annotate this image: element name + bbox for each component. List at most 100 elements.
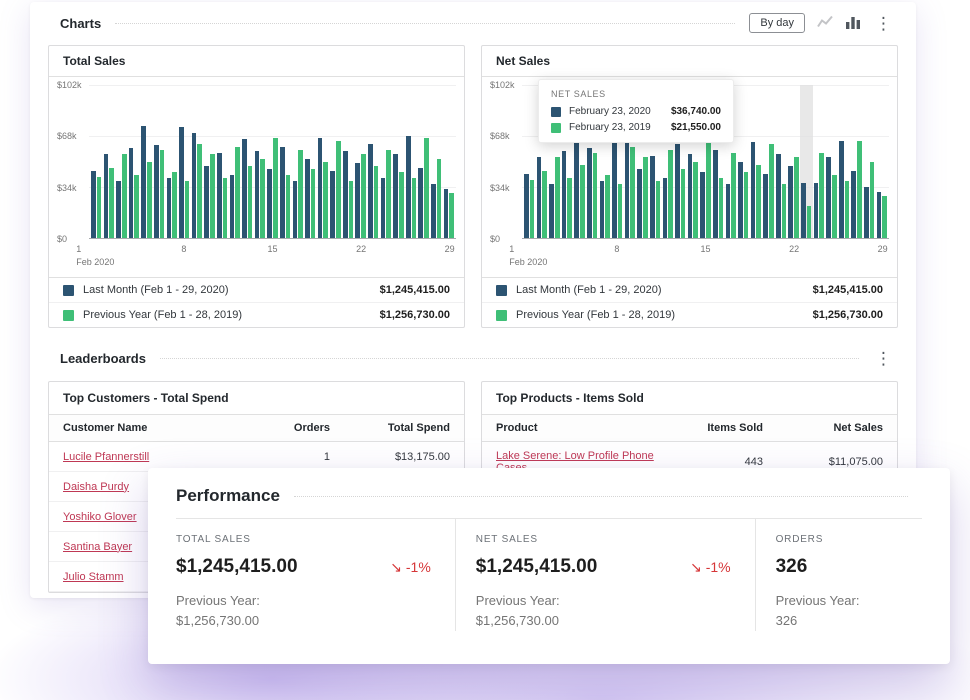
total-sales-chart-panel: Total Sales $102k$68k$34k$0 1Feb 2020815… [48, 45, 465, 328]
tooltip-value: $21,550.00 [671, 122, 721, 133]
charts-kebab-menu[interactable]: ⋮ [873, 15, 894, 32]
bar [877, 192, 882, 239]
bar-group[interactable] [343, 85, 353, 238]
stat-label: TOTAL SALES [176, 534, 441, 545]
bar-group[interactable] [763, 85, 773, 238]
bar-group[interactable] [406, 85, 416, 238]
bar-group[interactable] [801, 85, 811, 238]
bar-group[interactable] [305, 85, 315, 238]
bar-group[interactable] [814, 85, 824, 238]
bar [323, 162, 328, 239]
bar-group[interactable] [393, 85, 403, 238]
series-color-swatch [551, 107, 561, 117]
bar-group[interactable] [738, 85, 748, 238]
header-divider [294, 496, 908, 497]
bar [172, 172, 177, 238]
row-link[interactable]: Julio Stamm [63, 571, 124, 583]
bar-group[interactable] [431, 85, 441, 238]
bar-group[interactable] [864, 85, 874, 238]
bar-group[interactable] [242, 85, 252, 238]
bar-group[interactable] [154, 85, 164, 238]
bar [167, 178, 172, 238]
bar [643, 157, 648, 238]
bar-group[interactable] [368, 85, 378, 238]
bar-group[interactable] [167, 85, 177, 238]
interval-select[interactable]: By day [749, 13, 805, 33]
delta-percent: -1% [706, 559, 731, 575]
bar-group[interactable] [826, 85, 836, 238]
bar [857, 141, 862, 239]
charts-section-header: Charts By day ⋮ [30, 2, 916, 39]
bar-group[interactable] [318, 85, 328, 238]
bar-group[interactable] [267, 85, 277, 238]
bar [562, 151, 567, 238]
bar [700, 172, 705, 238]
bar [424, 138, 429, 239]
y-tick-label: $102k [490, 80, 515, 90]
performance-stat[interactable]: TOTAL SALES$1,245,415.00↘-1%Previous Yea… [176, 519, 455, 631]
bars [89, 85, 456, 238]
bar-group[interactable] [877, 85, 887, 238]
bar [381, 178, 386, 238]
legend-item[interactable]: Last Month (Feb 1 - 29, 2020)$1,245,415.… [482, 277, 897, 302]
legend-item[interactable]: Last Month (Feb 1 - 29, 2020)$1,245,415.… [49, 277, 464, 302]
bar-group[interactable] [116, 85, 126, 238]
bar [612, 132, 617, 239]
bar-group[interactable] [788, 85, 798, 238]
legend-item[interactable]: Previous Year (Feb 1 - 28, 2019)$1,256,7… [49, 302, 464, 327]
bar-group[interactable] [280, 85, 290, 238]
bar [763, 174, 768, 239]
bar [104, 154, 109, 238]
x-axis-month-label: Feb 2020 [509, 257, 547, 267]
bar-group[interactable] [91, 85, 101, 238]
bar-group[interactable] [104, 85, 114, 238]
bar-group[interactable] [418, 85, 428, 238]
performance-stat[interactable]: ORDERS326Previous Year:326 [755, 519, 922, 631]
row-link[interactable]: Santina Bayer [63, 541, 132, 553]
x-axis: 1Feb 20208152229 [522, 242, 889, 274]
line-chart-toggle-button[interactable] [817, 14, 833, 33]
bar-group[interactable] [330, 85, 340, 238]
bar-group[interactable] [524, 85, 534, 238]
chart-plot[interactable] [89, 85, 456, 239]
x-tick-label: 8 [614, 244, 619, 254]
bar-group[interactable] [851, 85, 861, 238]
performance-stat[interactable]: NET SALES$1,245,415.00↘-1%Previous Year:… [455, 519, 755, 631]
row-link[interactable]: Lucile Pfannerstill [63, 451, 149, 463]
y-axis: $102k$68k$34k$0 [490, 85, 520, 239]
bar-group[interactable] [192, 85, 202, 238]
leaderboards-kebab-menu[interactable]: ⋮ [873, 350, 894, 367]
bar [242, 139, 247, 238]
bar [286, 175, 291, 238]
bar-group[interactable] [355, 85, 365, 238]
bar-group[interactable] [255, 85, 265, 238]
bar-group[interactable] [381, 85, 391, 238]
bar-group[interactable] [839, 85, 849, 238]
bar-group[interactable] [217, 85, 227, 238]
bar-group[interactable] [751, 85, 761, 238]
bar-group[interactable] [444, 85, 454, 238]
bar [355, 163, 360, 238]
x-tick-label: 22 [789, 244, 799, 254]
bar-group[interactable] [204, 85, 214, 238]
bar-group[interactable] [179, 85, 189, 238]
column-header: Customer Name [63, 422, 244, 434]
bar-group[interactable] [129, 85, 139, 238]
bar [267, 169, 272, 238]
table-title: Top Customers - Total Spend [49, 382, 464, 415]
row-link[interactable]: Yoshiko Glover [63, 511, 137, 523]
bar-chart-toggle-button[interactable] [845, 14, 861, 33]
bar [600, 181, 605, 238]
legend-item[interactable]: Previous Year (Feb 1 - 28, 2019)$1,256,7… [482, 302, 897, 327]
charts-row: Total Sales $102k$68k$34k$0 1Feb 2020815… [30, 39, 916, 328]
bar [109, 168, 114, 239]
bar-group[interactable] [776, 85, 786, 238]
bar-group[interactable] [230, 85, 240, 238]
bar-group[interactable] [293, 85, 303, 238]
bar [431, 184, 436, 238]
chart-tooltip: NET SALES February 23, 2020 $36,740.00 F… [538, 79, 734, 143]
bar [738, 162, 743, 239]
bar-group[interactable] [141, 85, 151, 238]
row-link[interactable]: Daisha Purdy [63, 481, 129, 493]
cell-value: 443 [677, 456, 763, 468]
